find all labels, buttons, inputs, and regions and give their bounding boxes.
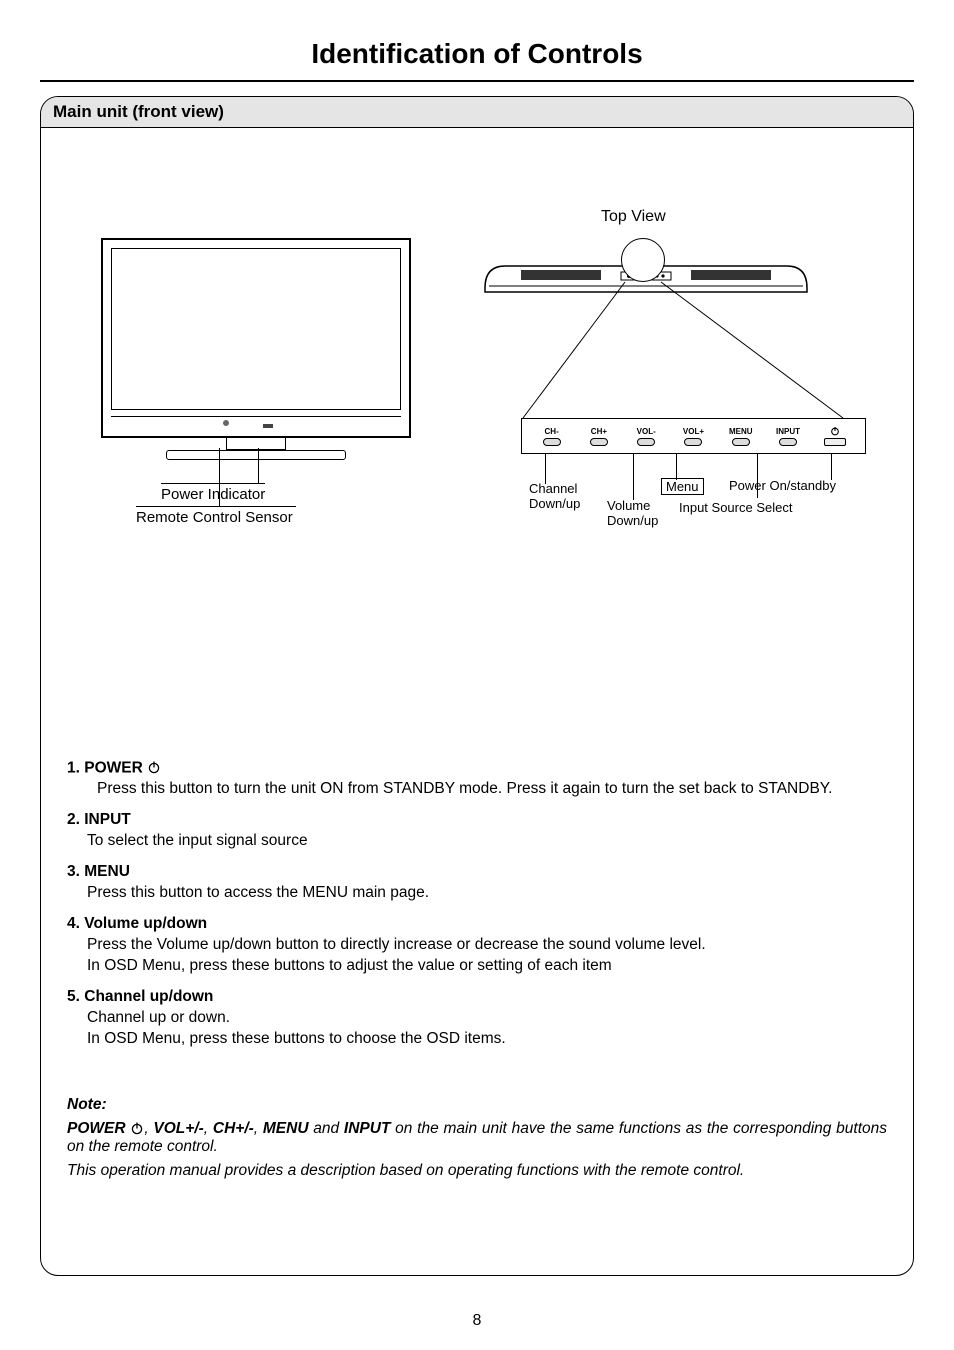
callout-menu: Menu [661,478,704,495]
panel-ch-plus: CH+ [578,427,620,446]
panel-vol-minus: VOL- [625,427,667,446]
note-block: Note: POWER , VOL+/-, CH+/-, MENU and IN… [41,1060,913,1180]
note-line-2: This operation manual provides a descrip… [67,1162,887,1180]
tv-screen [101,238,411,438]
item-power: 1. POWER Press this button to turn the u… [67,758,887,800]
panel-vol-minus-label: VOL- [637,427,656,436]
callout-channel: ChannelDown/up [529,481,580,511]
panel-ch-plus-label: CH+ [591,427,607,436]
descriptions: 1. POWER Press this button to turn the u… [41,588,913,1050]
callout-line [633,454,634,500]
panel-vol-plus: VOL+ [672,427,714,446]
callout-line [676,454,677,480]
panel-ch-minus-label: CH- [545,427,559,436]
item-input: 2. INPUT To select the input signal sour… [67,810,887,852]
power-led-mark [263,424,273,428]
item-volume: 4. Volume up/down Press the Volume up/do… [67,914,887,977]
item-input-body: To select the input signal source [67,831,887,852]
item-channel: 5. Channel up/down Channel up or down. I… [67,987,887,1050]
panel-menu-label: MENU [729,427,753,436]
callout-power: Power On/standby [729,478,836,493]
tv-front-illustration [101,238,411,460]
title-rule [40,80,914,82]
callout-line [831,454,832,480]
item-menu: 3. MENU Press this button to access the … [67,862,887,904]
page-title: Identification of Controls [0,0,954,80]
power-icon [830,426,840,436]
label-power-indicator: Power Indicator [161,483,265,503]
callout-input-source: Input Source Select [679,500,792,515]
section-header: Main unit (front view) [41,97,913,128]
item-volume-body: Press the Volume up/down button to direc… [67,935,887,977]
panel-power [814,426,856,446]
panel-input-label: INPUT [776,427,800,436]
label-remote-sensor: Remote Control Sensor [136,506,296,526]
item-channel-body: Channel up or down. In OSD Menu, press t… [67,1008,887,1050]
panel-menu: MENU [720,427,762,446]
power-icon [130,1120,144,1138]
page-number: 8 [0,1312,954,1330]
panel-vol-plus-label: VOL+ [683,427,704,436]
top-view-label: Top View [601,208,666,226]
panel-input: INPUT [767,427,809,446]
item-power-body: Press this button to turn the unit ON fr… [67,779,887,800]
power-icon [147,758,161,779]
callout-line [545,454,546,484]
button-panel: CH- CH+ VOL- VOL+ MENU [521,418,866,454]
magnifier-circle [621,238,665,282]
remote-sensor-dot [223,420,229,426]
callout-volume: VolumeDown/up [607,498,658,528]
diagram-area: Power Indicator Remote Control Sensor To… [41,128,913,588]
item-menu-body: Press this button to access the MENU mai… [67,883,887,904]
content-frame: Main unit (front view) Power Indicator R… [40,96,914,1276]
note-heading: Note: [67,1096,887,1114]
note-line-1: POWER , VOL+/-, CH+/-, MENU and INPUT on… [67,1120,887,1156]
panel-ch-minus: CH- [531,427,573,446]
